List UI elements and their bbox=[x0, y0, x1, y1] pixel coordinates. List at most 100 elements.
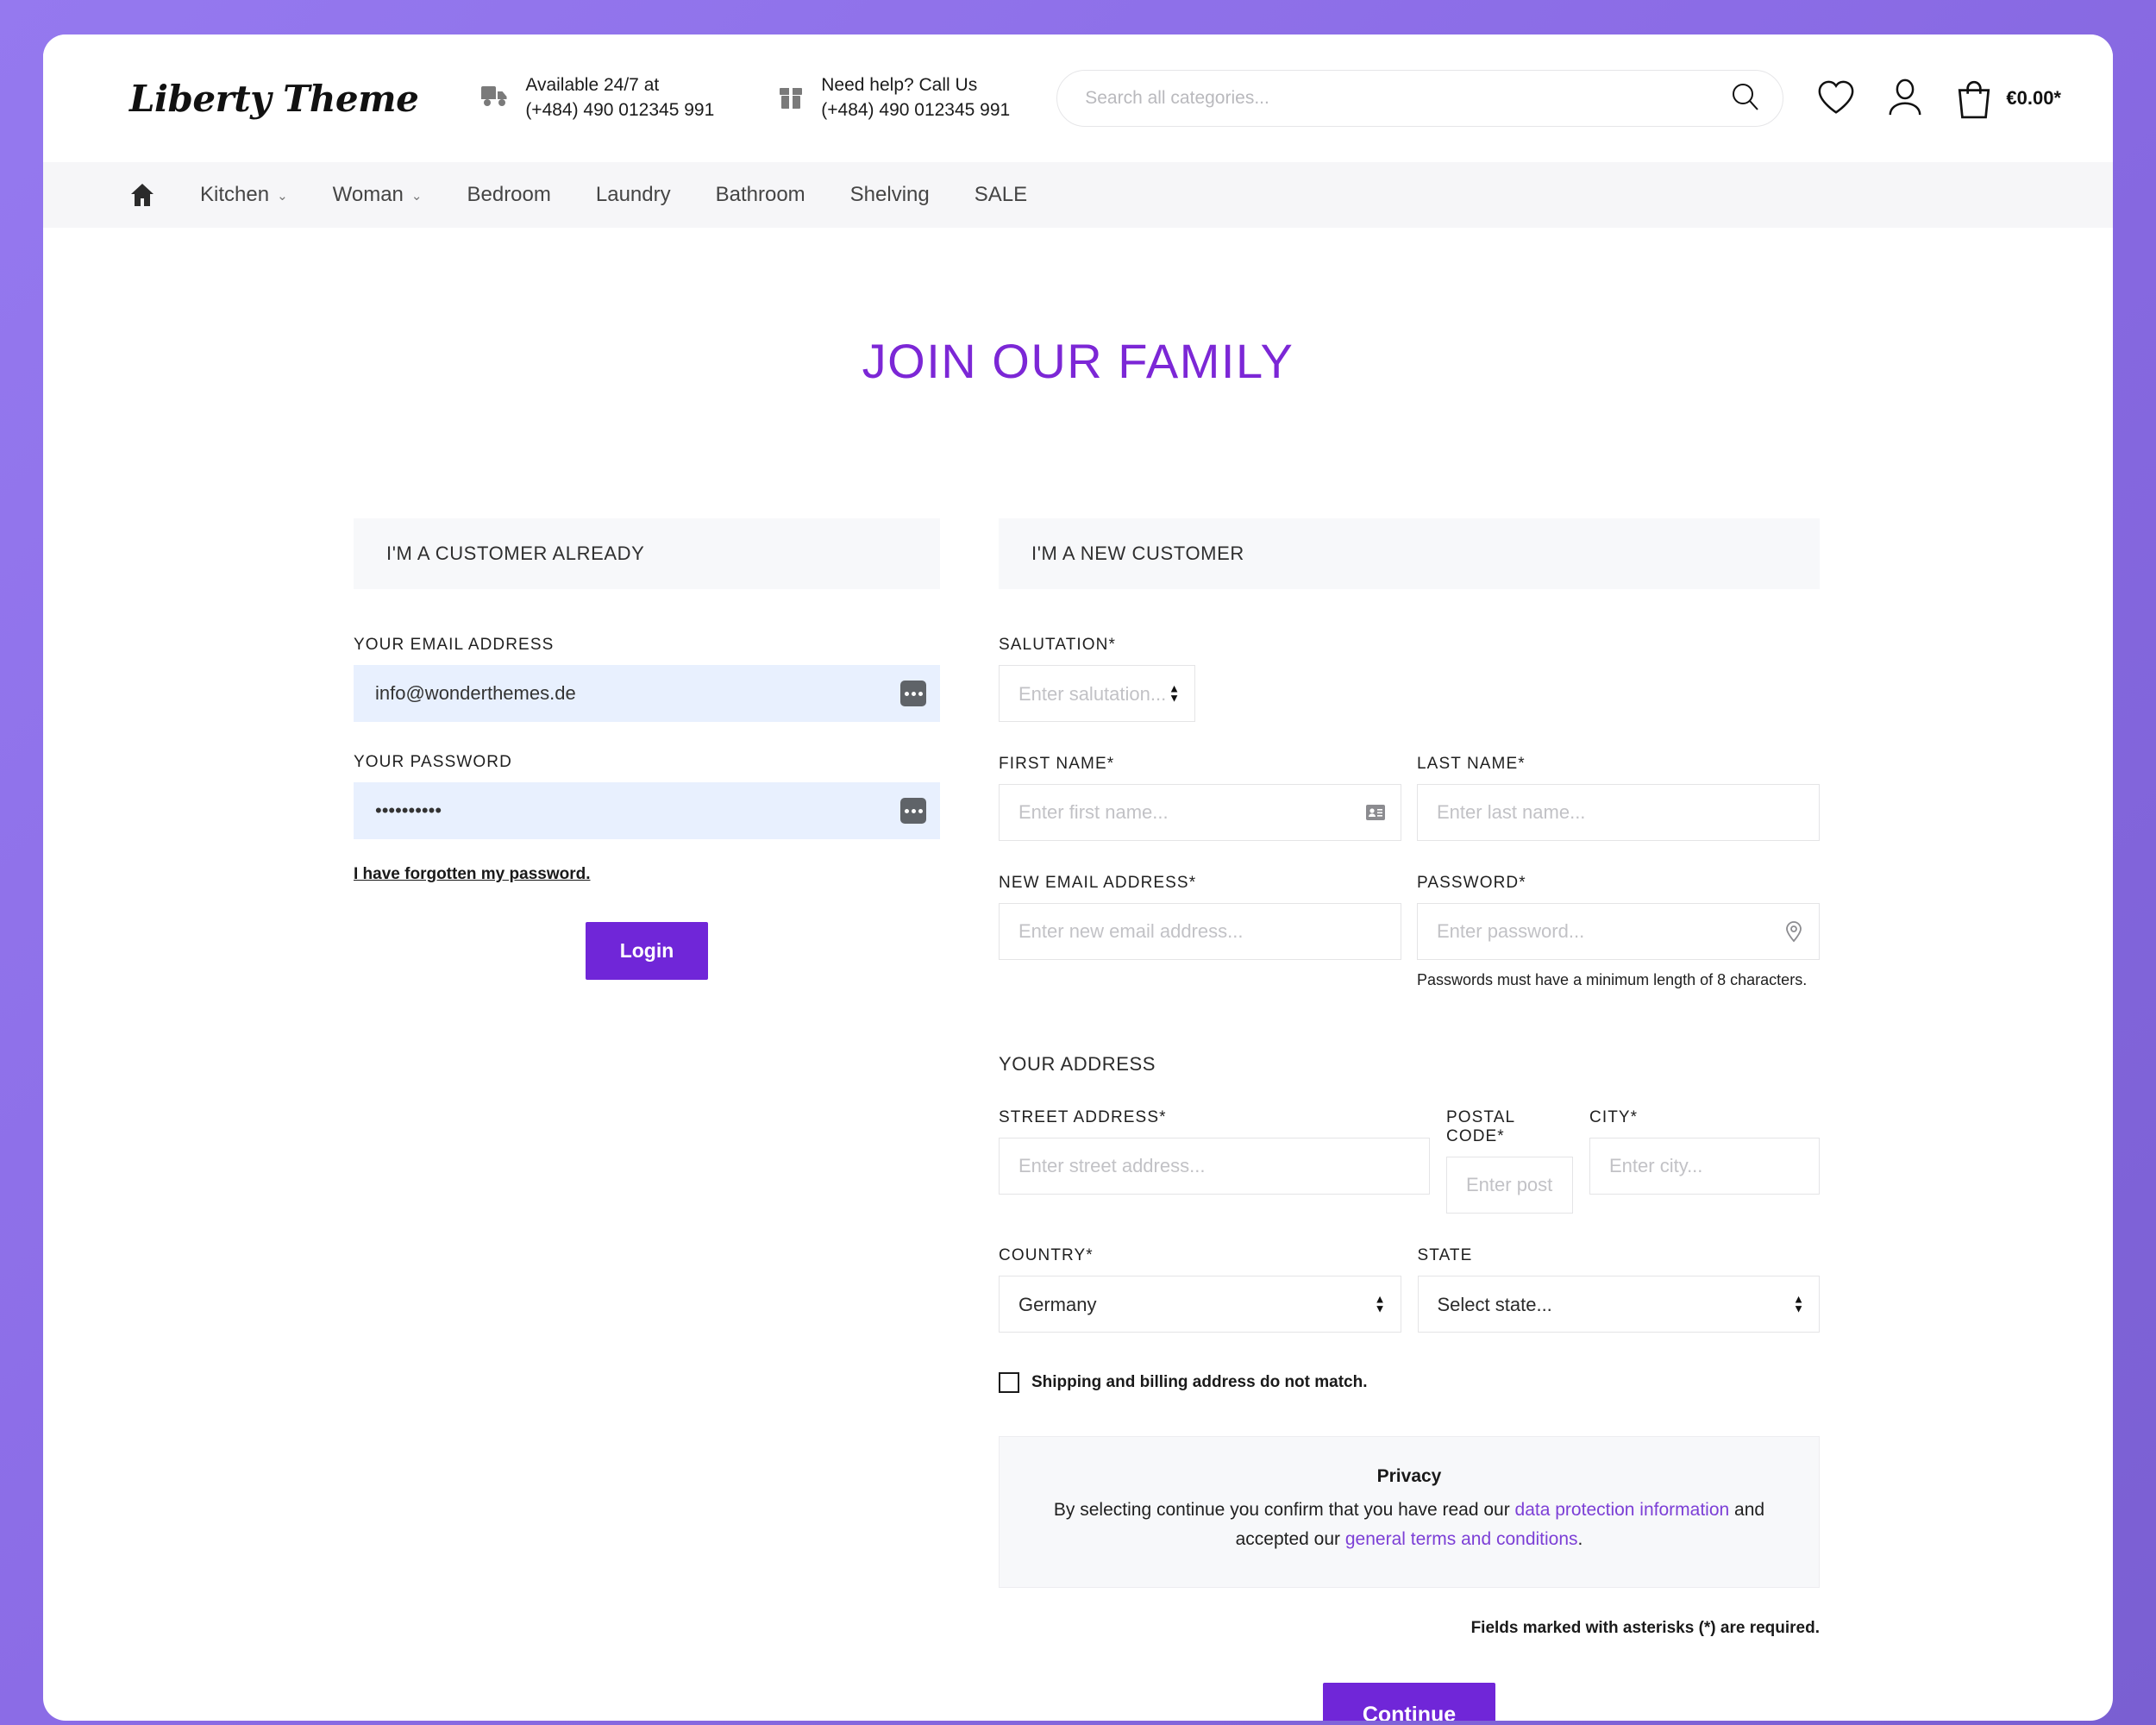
nav-label: Kitchen bbox=[200, 183, 270, 206]
main-navigation: Kitchen ⌄ Woman ⌄ Bedroom Laundry Bathro… bbox=[43, 162, 2113, 228]
nav-item-laundry[interactable]: Laundry bbox=[573, 183, 693, 207]
user-icon[interactable] bbox=[1885, 78, 1925, 118]
salutation-select[interactable]: Enter salutation... bbox=[999, 665, 1195, 722]
continue-button[interactable]: Continue bbox=[1322, 1683, 1496, 1721]
name-row: FIRST NAME* LAST NAME* bbox=[999, 755, 1820, 841]
address-section-title: YOUR ADDRESS bbox=[999, 1053, 1156, 1075]
new-email-label: NEW EMAIL ADDRESS* bbox=[999, 874, 1197, 892]
postal-field: POSTAL CODE* bbox=[1446, 1108, 1573, 1214]
terms-conditions-link[interactable]: general terms and conditions bbox=[1345, 1529, 1578, 1549]
first-name-field: FIRST NAME* bbox=[999, 755, 1401, 841]
nav-label: SALE bbox=[974, 183, 1028, 206]
nav-item-bedroom[interactable]: Bedroom bbox=[444, 183, 573, 207]
login-password-field: YOUR PASSWORD bbox=[354, 753, 940, 839]
last-name-input[interactable] bbox=[1417, 784, 1820, 841]
login-email-label: YOUR EMAIL ADDRESS bbox=[354, 636, 555, 654]
last-name-label: LAST NAME* bbox=[1417, 755, 1526, 773]
street-field: STREET ADDRESS* bbox=[999, 1108, 1430, 1195]
shipping-mismatch-checkbox[interactable] bbox=[999, 1372, 1019, 1393]
country-state-row: COUNTRY* Germany ▲ ▼ STATE Select state.… bbox=[999, 1246, 1820, 1333]
city-label: CITY* bbox=[1589, 1108, 1639, 1126]
state-select[interactable]: Select state... bbox=[1417, 1276, 1820, 1333]
privacy-box: Privacy By selecting continue you confir… bbox=[999, 1436, 1820, 1589]
login-panel: I'M A CUSTOMER ALREADY YOUR EMAIL ADDRES… bbox=[354, 518, 940, 1721]
first-name-input[interactable] bbox=[999, 784, 1401, 841]
autofill-icon[interactable] bbox=[900, 798, 926, 824]
postal-label: POSTAL CODE* bbox=[1446, 1108, 1515, 1145]
nav-label: Laundry bbox=[595, 183, 671, 206]
privacy-text: By selecting continue you confirm that y… bbox=[1034, 1496, 1784, 1554]
service-info-text: Available 24/7 at (+484) 490 012345 991 bbox=[525, 73, 714, 122]
data-protection-link[interactable]: data protection information bbox=[1515, 1500, 1730, 1520]
search-bar bbox=[1056, 70, 1784, 127]
site-logo[interactable]: Liberty Theme bbox=[129, 78, 419, 120]
password-hint: Passwords must have a minimum length of … bbox=[1417, 971, 1808, 988]
privacy-text-3: . bbox=[1577, 1529, 1583, 1550]
country-select[interactable]: Germany bbox=[999, 1276, 1401, 1333]
nav-label: Bathroom bbox=[715, 183, 805, 206]
autofill-icon[interactable] bbox=[900, 681, 926, 706]
nav-item-kitchen[interactable]: Kitchen ⌄ bbox=[178, 183, 310, 207]
address-row: STREET ADDRESS* POSTAL CODE* CITY* bbox=[999, 1108, 1820, 1214]
last-name-field: LAST NAME* bbox=[1417, 755, 1820, 841]
required-fields-note: Fields marked with asterisks (*) are req… bbox=[1470, 1619, 1820, 1638]
credentials-row: NEW EMAIL ADDRESS* PASSWORD* bbox=[999, 874, 1820, 989]
nav-item-woman[interactable]: Woman ⌄ bbox=[310, 183, 445, 207]
service-line-1: Need help? Call Us bbox=[821, 75, 978, 96]
search-input[interactable] bbox=[1056, 70, 1784, 127]
shopping-bag-icon bbox=[1954, 78, 1994, 119]
search-button[interactable] bbox=[1727, 79, 1764, 117]
nav-label: Bedroom bbox=[467, 183, 551, 206]
login-password-input[interactable] bbox=[354, 782, 940, 839]
service-info-help: Need help? Call Us (+484) 490 012345 991 bbox=[776, 73, 1010, 122]
register-password-input[interactable] bbox=[1417, 903, 1820, 960]
service-line-2: (+484) 490 012345 991 bbox=[821, 100, 1011, 120]
salutation-label: SALUTATION* bbox=[999, 636, 1116, 654]
login-button[interactable]: Login bbox=[585, 922, 709, 980]
state-field: STATE Select state... ▲ ▼ bbox=[1417, 1246, 1820, 1333]
page-title: JOIN OUR FAMILY bbox=[862, 334, 1294, 388]
register-password-label: PASSWORD* bbox=[1417, 874, 1526, 892]
login-password-label: YOUR PASSWORD bbox=[354, 753, 512, 771]
register-password-field: PASSWORD* Passwords must have a minimum … bbox=[1417, 874, 1820, 989]
browser-page-card: Liberty Theme Available 24/7 at (+484) 4… bbox=[43, 34, 2113, 1721]
login-email-field: YOUR EMAIL ADDRESS bbox=[354, 636, 940, 722]
service-line-1: Available 24/7 at bbox=[525, 75, 660, 96]
city-input[interactable] bbox=[1589, 1138, 1820, 1195]
box-icon bbox=[776, 85, 805, 111]
chevron-down-icon: ⌄ bbox=[277, 189, 288, 204]
shipping-mismatch-label[interactable]: Shipping and billing address do not matc… bbox=[1031, 1373, 1368, 1392]
login-email-input[interactable] bbox=[354, 665, 940, 722]
country-label: COUNTRY* bbox=[999, 1246, 1094, 1264]
contact-card-icon[interactable] bbox=[1363, 800, 1388, 825]
nav-item-sale[interactable]: SALE bbox=[952, 183, 1050, 207]
salutation-field: SALUTATION* Enter salutation... ▲ ▼ bbox=[999, 636, 1820, 722]
cart-total: €0.00* bbox=[2006, 87, 2061, 109]
nav-label: Woman bbox=[332, 183, 404, 206]
service-line-2: (+484) 490 012345 991 bbox=[525, 100, 715, 120]
shipping-mismatch-row: Shipping and billing address do not matc… bbox=[999, 1372, 1820, 1393]
cart-button[interactable]: €0.00* bbox=[1954, 78, 2061, 119]
login-heading: I'M A CUSTOMER ALREADY bbox=[354, 518, 940, 589]
site-header: Liberty Theme Available 24/7 at (+484) 4… bbox=[43, 34, 2113, 162]
city-field: CITY* bbox=[1589, 1108, 1820, 1195]
new-email-input[interactable] bbox=[999, 903, 1401, 960]
privacy-text-1: By selecting continue you confirm that y… bbox=[1053, 1500, 1515, 1520]
postal-input[interactable] bbox=[1446, 1157, 1573, 1214]
home-icon bbox=[129, 182, 155, 208]
street-input[interactable] bbox=[999, 1138, 1430, 1195]
main-content: JOIN OUR FAMILY I'M A CUSTOMER ALREADY Y… bbox=[43, 333, 2113, 1721]
state-label: STATE bbox=[1417, 1246, 1473, 1264]
nav-item-shelving[interactable]: Shelving bbox=[828, 183, 952, 207]
nav-item-bathroom[interactable]: Bathroom bbox=[693, 183, 828, 207]
chevron-down-icon: ⌄ bbox=[411, 189, 423, 204]
new-email-field: NEW EMAIL ADDRESS* bbox=[999, 874, 1401, 989]
nav-item-home[interactable] bbox=[129, 182, 178, 208]
street-label: STREET ADDRESS* bbox=[999, 1108, 1167, 1126]
search-icon bbox=[1728, 80, 1763, 117]
heart-icon[interactable] bbox=[1816, 78, 1856, 118]
key-icon[interactable] bbox=[1782, 919, 1806, 944]
service-info-shipping: Available 24/7 at (+484) 490 012345 991 bbox=[480, 73, 714, 122]
country-field: COUNTRY* Germany ▲ ▼ bbox=[999, 1246, 1401, 1333]
forgot-password-link[interactable]: I have forgotten my password. bbox=[354, 865, 591, 884]
